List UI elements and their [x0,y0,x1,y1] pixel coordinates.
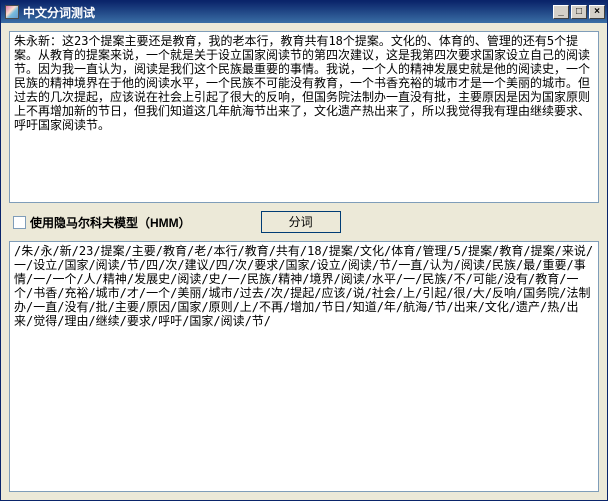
window-title: 中文分词测试 [23,4,551,21]
controls-row: 使用隐马尔科夫模型（HMM） 分词 [9,209,599,235]
hmm-checkbox[interactable] [13,216,26,229]
hmm-checkbox-label[interactable]: 使用隐马尔科夫模型（HMM） [13,214,191,231]
app-icon [5,5,19,19]
title-bar: 中文分词测试 _ □ × [1,1,607,23]
maximize-button[interactable]: □ [571,5,587,19]
close-button[interactable]: × [589,5,605,19]
result-textarea[interactable]: /朱/永/新/23/提案/主要/教育/老/本行/教育/共有/18/提案/文化/体… [9,241,599,492]
segment-button[interactable]: 分词 [261,211,341,233]
app-window: 中文分词测试 _ □ × 朱永新：这23个提案主要还是教育，我的老本行，教育共有… [0,0,608,501]
source-textarea[interactable]: 朱永新：这23个提案主要还是教育，我的老本行，教育共有18个提案。文化的、体育的… [9,31,599,203]
hmm-label-text: 使用隐马尔科夫模型（HMM） [30,214,191,231]
minimize-button[interactable]: _ [553,5,569,19]
client-area: 朱永新：这23个提案主要还是教育，我的老本行，教育共有18个提案。文化的、体育的… [1,23,607,500]
